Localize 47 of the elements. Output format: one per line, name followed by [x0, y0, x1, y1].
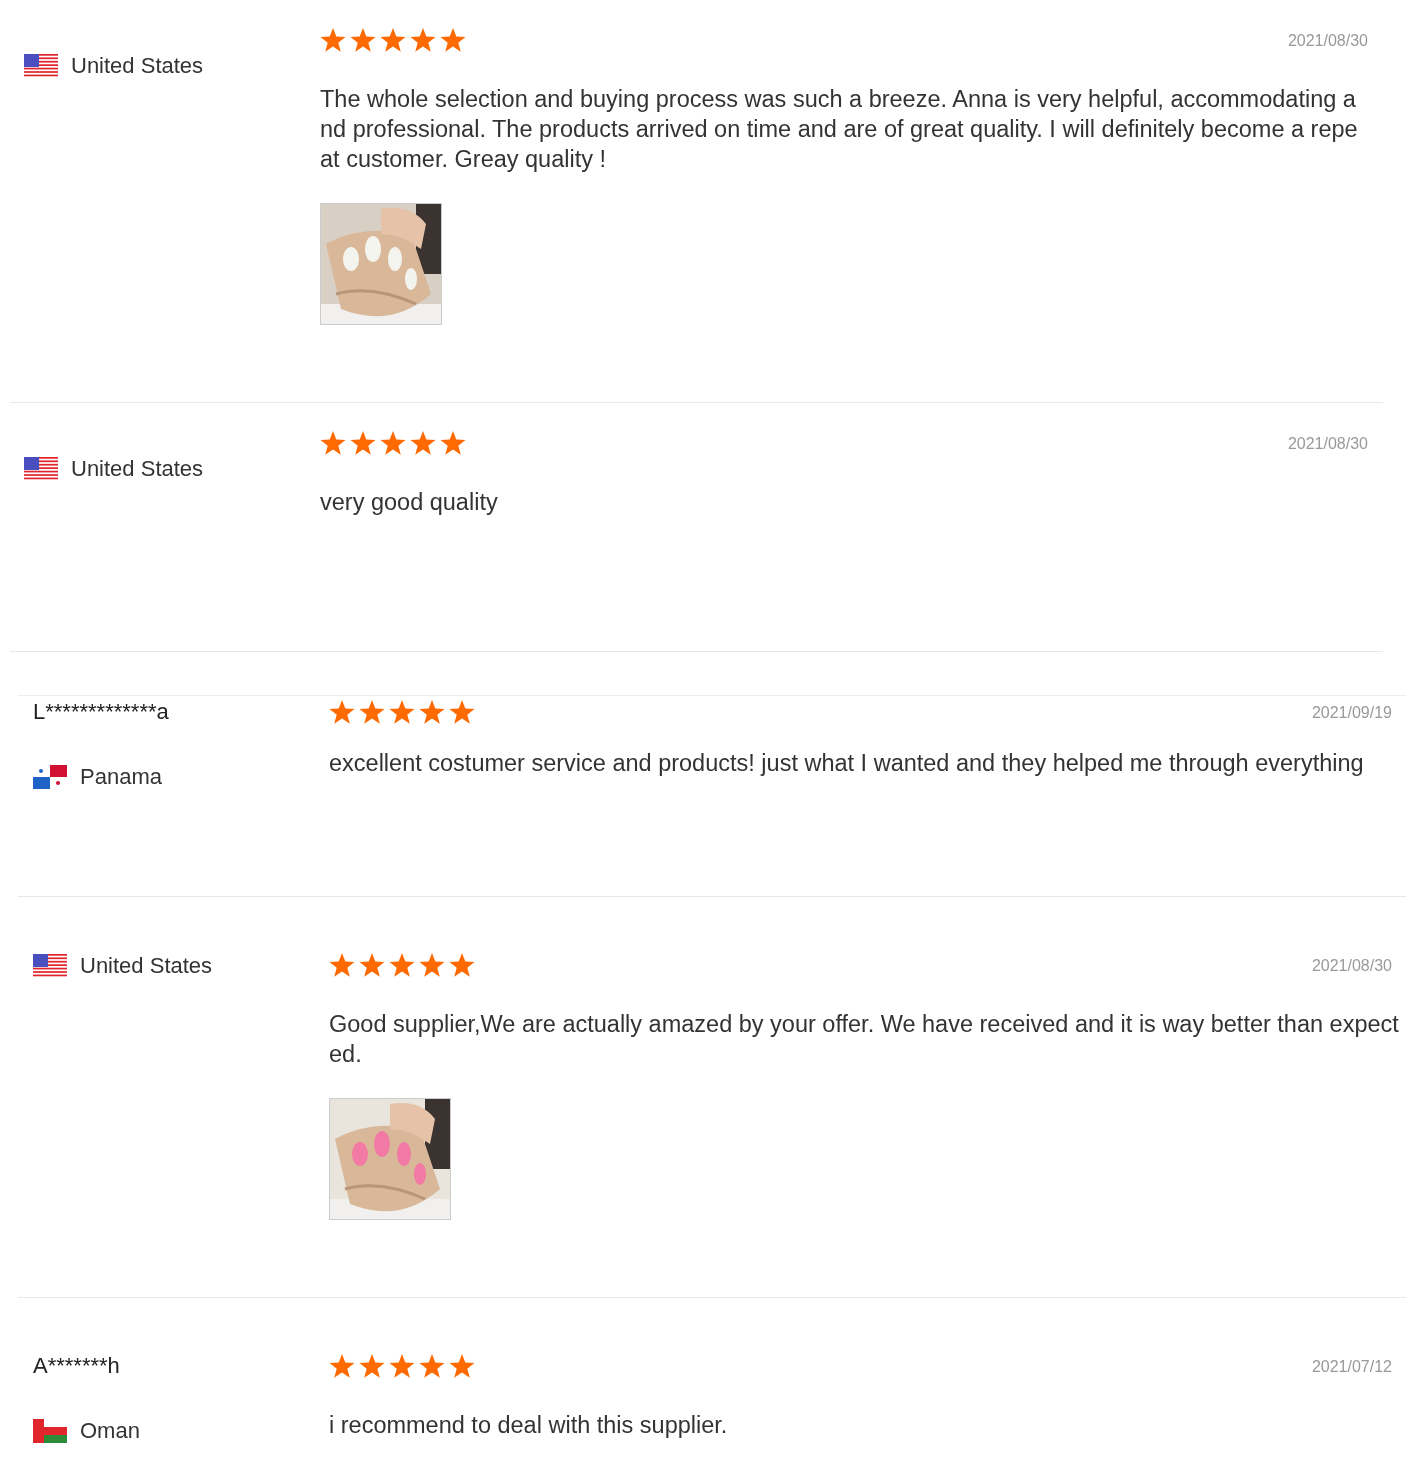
flag-icon: [33, 954, 67, 978]
reviewer-name: L*************a: [33, 700, 170, 724]
country-name: United States: [71, 53, 204, 79]
star-icon: [359, 1354, 385, 1378]
star-icon: [350, 431, 376, 455]
star-icon: [350, 28, 376, 52]
flag-icon: [33, 765, 67, 789]
star-icon: [410, 28, 436, 52]
review-text: excellent costumer service and products! just what I wanted and they helped me through everything: [329, 749, 1365, 778]
flag-icon: [33, 1419, 67, 1443]
star-icon: [449, 700, 475, 724]
review-date: 2021/08/30: [1311, 957, 1392, 975]
review-text: i recommend to deal with this supplier.: [329, 1411, 729, 1440]
review-date: 2021/09/19: [1311, 704, 1392, 722]
star-icon: [389, 700, 415, 724]
star-icon: [329, 953, 355, 977]
star-icon: [359, 700, 385, 724]
country-name: Panama: [80, 764, 162, 790]
star-icon: [389, 953, 415, 977]
star-icon: [419, 953, 445, 977]
star-icon: [329, 1354, 355, 1378]
star-icon: [329, 700, 355, 724]
star-icon: [380, 28, 406, 52]
country-name: United States: [71, 456, 204, 482]
star-icon: [410, 431, 436, 455]
star-icon: [419, 700, 445, 724]
reviewer-name: A*******h: [33, 1354, 121, 1378]
star-icon: [389, 1354, 415, 1378]
star-icon: [440, 28, 466, 52]
review-date: 2021/08/30: [1287, 32, 1368, 50]
star-icon: [380, 431, 406, 455]
country-name: Oman: [80, 1418, 140, 1444]
flag-icon: [24, 457, 58, 481]
star-icon: [320, 28, 346, 52]
star-icon: [419, 1354, 445, 1378]
review-date: 2021/07/12: [1311, 1358, 1392, 1376]
review-date: 2021/08/30: [1287, 435, 1368, 453]
review-text: The whole selection and buying process was such a breeze. Anna is very helpful, accommodating and professional. The products arrived on time and are of great quality. I will definitely become a repeat customer. Greay quality !: [320, 85, 1359, 174]
star-icon: [449, 953, 475, 977]
star-icon: [359, 953, 385, 977]
country-name: United States: [80, 953, 213, 979]
review-text: very good quality: [320, 488, 499, 517]
star-icon: [440, 431, 466, 455]
flag-icon: [24, 54, 58, 78]
star-icon: [449, 1354, 475, 1378]
review-text: Good supplier,We are actually amazed by your offer. We have received and it is way better than expected.: [329, 1010, 1400, 1069]
star-icon: [320, 431, 346, 455]
